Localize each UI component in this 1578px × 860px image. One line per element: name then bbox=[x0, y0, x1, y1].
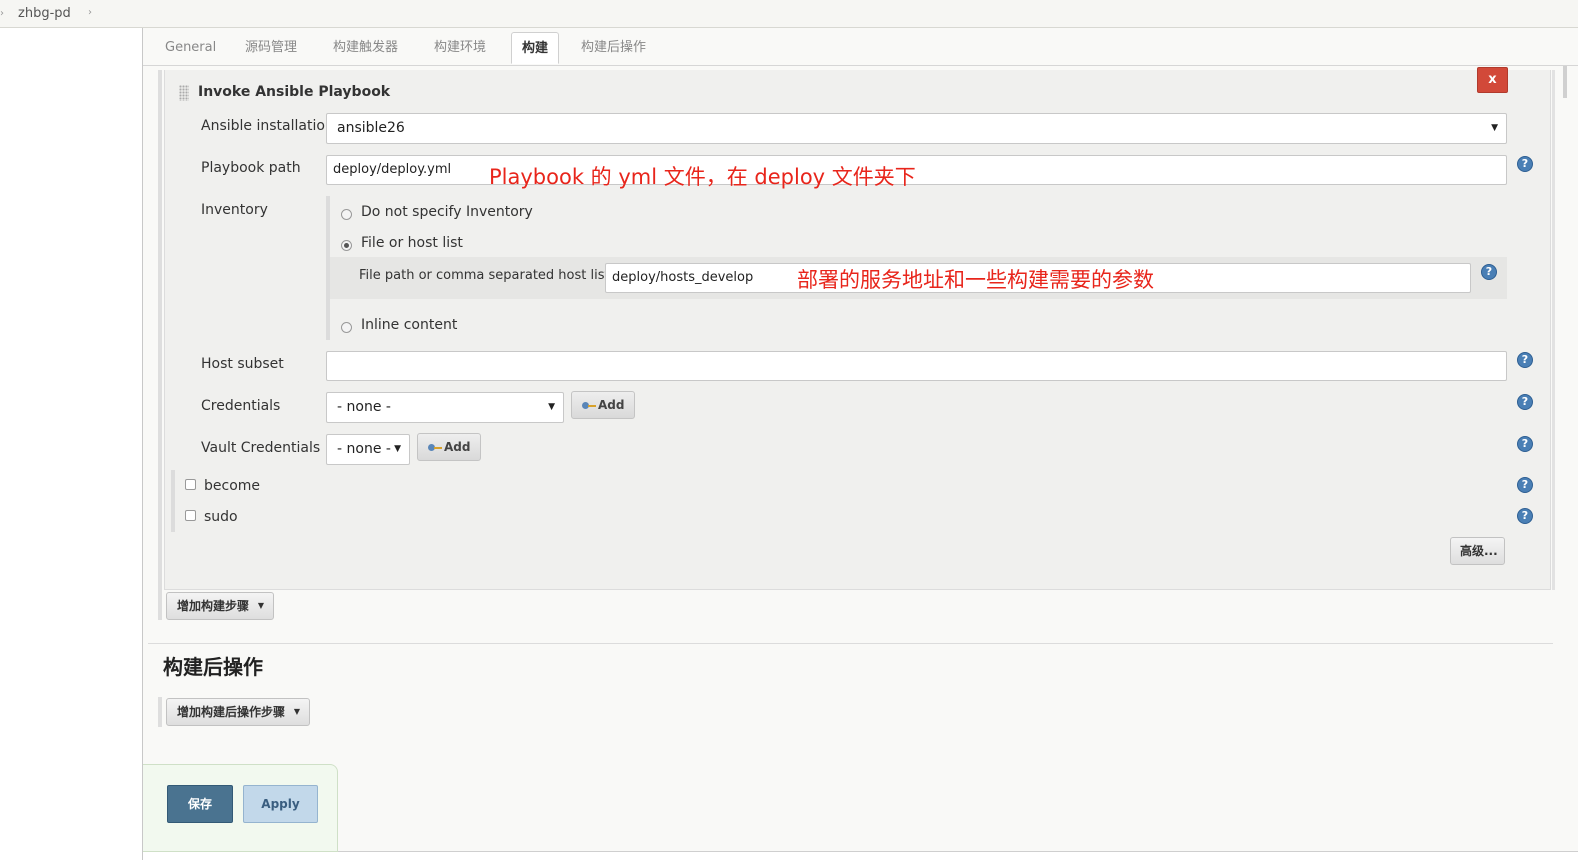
credentials-value: - none - bbox=[337, 399, 391, 415]
add-vault-credentials-label: Add bbox=[444, 440, 471, 454]
tab-general[interactable]: General bbox=[155, 32, 226, 64]
inventory-inline-radio[interactable] bbox=[341, 322, 352, 333]
hosts-annotation: 部署的服务地址和一些构建需要的参数 bbox=[797, 268, 1154, 292]
step-drag-rail bbox=[158, 70, 162, 620]
save-button[interactable]: 保存 bbox=[167, 785, 233, 823]
playbook-annotation: Playbook 的 yml 文件，在 deploy 文件夹下 bbox=[489, 165, 916, 189]
help-icon[interactable]: ? bbox=[1517, 156, 1533, 172]
post-build-rail bbox=[158, 697, 162, 727]
vault-credentials-value: - none - bbox=[337, 441, 391, 457]
add-post-build-step-button[interactable]: 增加构建后操作步骤 ▼ bbox=[166, 698, 310, 726]
delete-step-button[interactable]: x bbox=[1477, 67, 1508, 93]
help-icon[interactable]: ? bbox=[1517, 477, 1533, 493]
tab-build[interactable]: 构建 bbox=[511, 32, 560, 64]
become-checkbox[interactable] bbox=[185, 479, 196, 490]
tab-scm[interactable]: 源码管理 bbox=[235, 32, 307, 64]
breadcrumb-chevron-icon[interactable]: › bbox=[88, 7, 92, 18]
tab-post-build[interactable]: 构建后操作 bbox=[571, 32, 656, 64]
ansible-installation-value: ansible26 bbox=[337, 120, 405, 136]
options-rail bbox=[171, 470, 175, 532]
step-panel-edge bbox=[1552, 70, 1555, 590]
credentials-select[interactable]: - none - ▼ bbox=[326, 392, 564, 423]
key-icon bbox=[428, 443, 442, 452]
sudo-label[interactable]: sudo bbox=[204, 509, 238, 525]
become-label[interactable]: become bbox=[204, 478, 260, 494]
credentials-label: Credentials bbox=[201, 398, 281, 414]
chevron-down-icon: ▼ bbox=[1491, 123, 1498, 133]
panel-bottom-border bbox=[143, 851, 1578, 852]
sudo-checkbox[interactable] bbox=[185, 510, 196, 521]
breadcrumb-job-link[interactable]: zhbg-pd bbox=[18, 6, 71, 21]
add-post-build-step-label: 增加构建后操作步骤 bbox=[177, 705, 286, 719]
inventory-label: Inventory bbox=[201, 202, 268, 218]
side-panel bbox=[0, 28, 143, 860]
vault-credentials-select[interactable]: - none - ▼ bbox=[326, 434, 410, 465]
playbook-path-label: Playbook path bbox=[201, 160, 301, 176]
inventory-none-label[interactable]: Do not specify Inventory bbox=[361, 204, 533, 220]
file-path-label: File path or comma separated host list bbox=[359, 268, 610, 283]
dropdown-caret-icon: ▼ bbox=[257, 601, 264, 610]
inventory-inline-label[interactable]: Inline content bbox=[361, 317, 457, 333]
add-vault-credentials-button[interactable]: Add bbox=[417, 433, 481, 461]
vault-credentials-label: Vault Credentials bbox=[201, 440, 321, 456]
inventory-file-radio[interactable] bbox=[341, 240, 352, 251]
host-subset-input[interactable] bbox=[326, 351, 1507, 381]
breadcrumb-edge-icon: › bbox=[0, 8, 4, 19]
post-build-section-title: 构建后操作 bbox=[163, 655, 263, 679]
apply-button[interactable]: Apply bbox=[243, 785, 318, 823]
host-subset-label: Host subset bbox=[201, 356, 284, 372]
ansible-installation-label: Ansible installation bbox=[201, 118, 334, 134]
help-icon[interactable]: ? bbox=[1517, 436, 1533, 452]
help-icon[interactable]: ? bbox=[1517, 352, 1533, 368]
advanced-button[interactable]: 高级... bbox=[1450, 537, 1505, 565]
dropdown-caret-icon: ▼ bbox=[293, 707, 300, 716]
add-build-step-label: 增加构建步骤 bbox=[177, 599, 250, 613]
scrollbar-thumb[interactable] bbox=[1563, 64, 1567, 98]
chevron-down-icon: ▼ bbox=[548, 402, 555, 412]
add-credentials-label: Add bbox=[598, 398, 625, 412]
help-icon[interactable]: ? bbox=[1517, 394, 1533, 410]
add-build-step-button[interactable]: 增加构建步骤 ▼ bbox=[166, 592, 274, 620]
tab-build-triggers[interactable]: 构建触发器 bbox=[323, 32, 408, 64]
key-icon bbox=[582, 401, 596, 410]
help-icon[interactable]: ? bbox=[1517, 508, 1533, 524]
chevron-down-icon: ▼ bbox=[394, 444, 401, 454]
ansible-installation-select[interactable]: ansible26 ▼ bbox=[326, 113, 1507, 144]
tab-build-environment[interactable]: 构建环境 bbox=[424, 32, 496, 64]
config-tabbar: General 源码管理 构建触发器 构建环境 构建 构建后操作 bbox=[143, 28, 1578, 66]
drag-handle-icon[interactable] bbox=[179, 85, 189, 101]
add-credentials-button[interactable]: Add bbox=[571, 391, 635, 419]
breadcrumb-bar bbox=[0, 0, 1578, 28]
section-divider bbox=[148, 643, 1553, 644]
inventory-none-radio[interactable] bbox=[341, 209, 352, 220]
build-step-title: Invoke Ansible Playbook bbox=[198, 84, 391, 100]
help-icon[interactable]: ? bbox=[1481, 264, 1497, 280]
inventory-file-label[interactable]: File or host list bbox=[361, 235, 463, 251]
